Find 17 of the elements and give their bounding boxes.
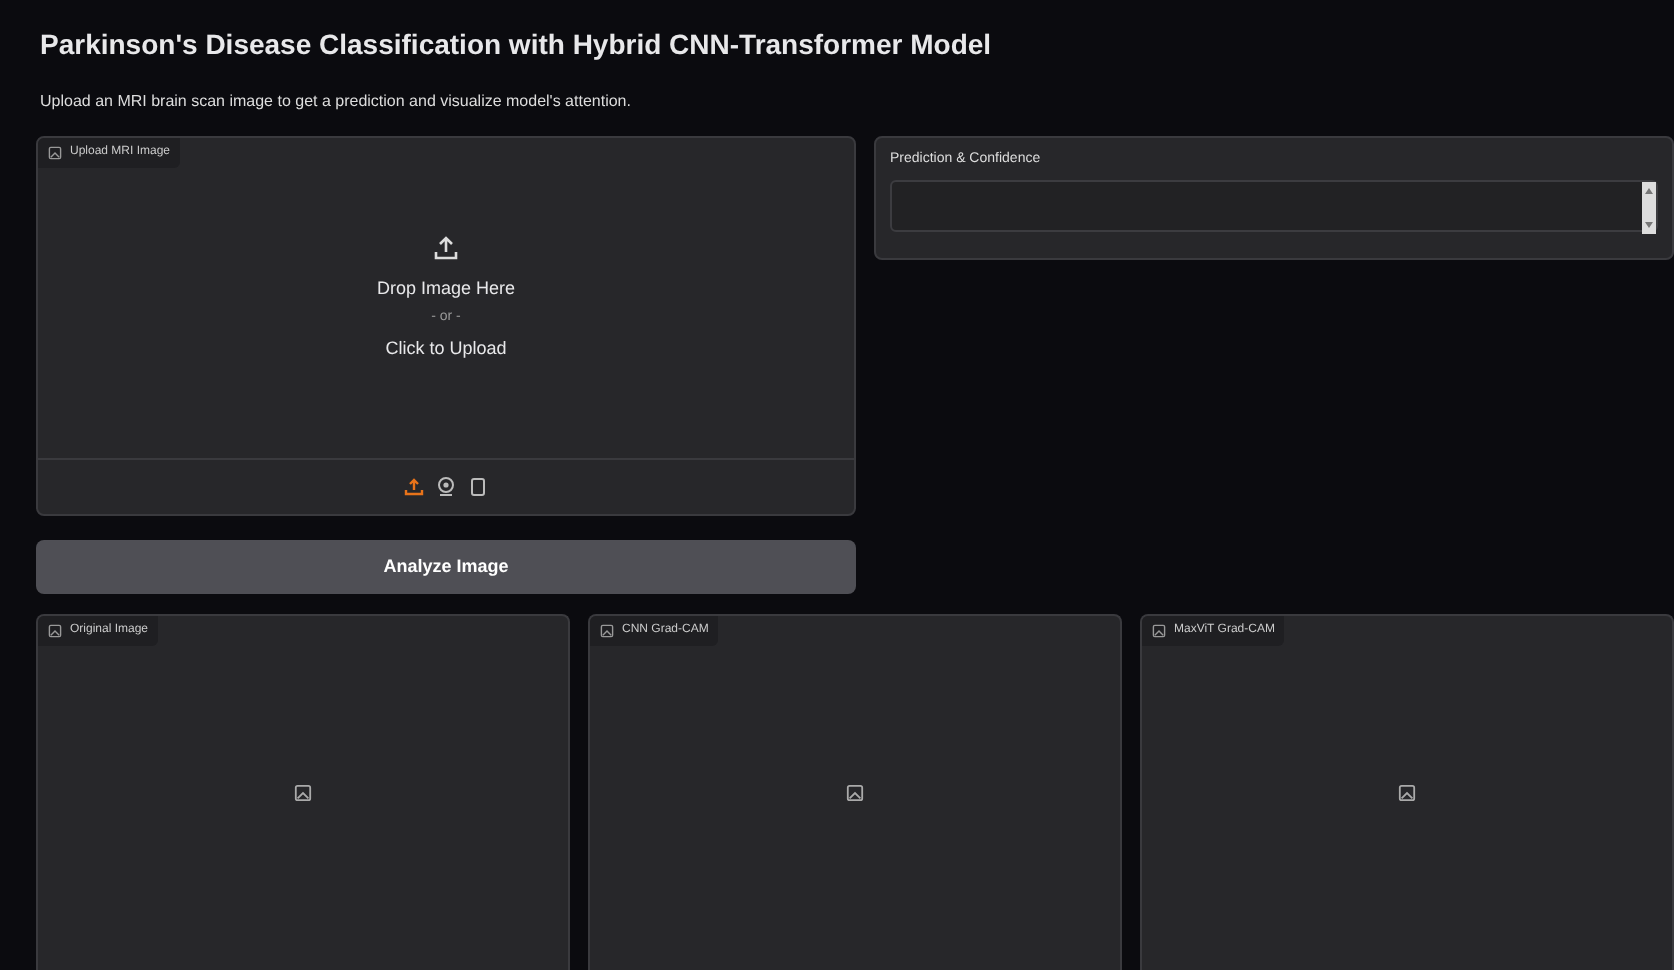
upload-icon[interactable] <box>404 476 424 497</box>
analyze-button[interactable]: Analyze Image <box>36 539 856 594</box>
upload-link[interactable]: Click to Upload <box>385 335 507 363</box>
drop-text: Drop Image Here <box>376 275 516 302</box>
image-icon <box>600 623 614 638</box>
upload-icon <box>432 233 460 262</box>
clipboard-icon[interactable] <box>468 476 488 497</box>
image-icon <box>1152 623 1166 638</box>
image-icon <box>48 145 62 160</box>
image-placeholder-icon <box>294 783 312 802</box>
page-title: Parkinson's Disease Classification with Hybrid CNN-Transformer Model <box>40 28 994 62</box>
image-placeholder-icon <box>1398 783 1416 802</box>
image-icon <box>48 623 62 638</box>
image-placeholder-icon <box>846 783 864 802</box>
scrollbar[interactable] <box>1642 182 1656 235</box>
webcam-icon[interactable] <box>436 476 456 497</box>
page-description: Upload an MRI brain scan image to get a prediction and visualize model's attention. <box>40 89 633 114</box>
